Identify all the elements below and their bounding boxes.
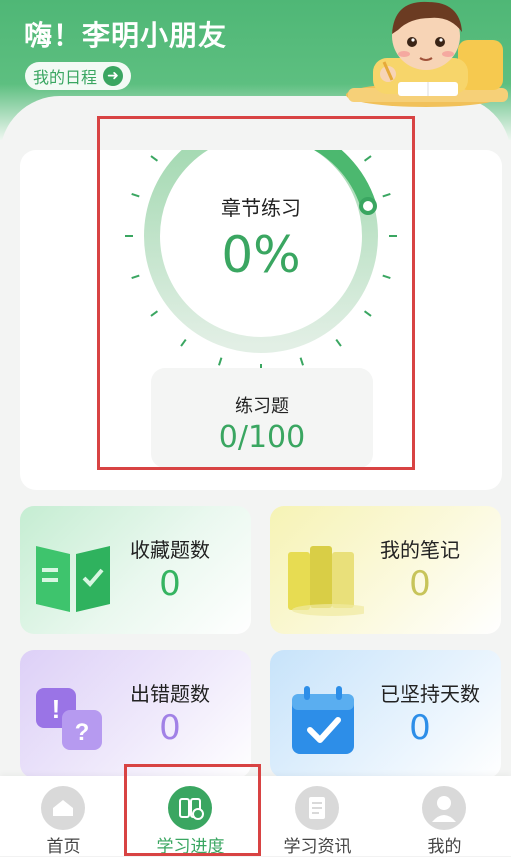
news-icon [295, 786, 339, 830]
stat-value: 0 [159, 708, 181, 748]
stat-value: 0 [409, 564, 431, 604]
tab-home[interactable]: 首页 [0, 776, 127, 857]
tab-study-news[interactable]: 学习资讯 [254, 776, 381, 857]
notes-card[interactable]: 我的笔记 0 [270, 506, 501, 634]
svg-text:!: ! [52, 694, 61, 724]
open-book-check-icon [36, 546, 110, 612]
stat-label: 我的笔记 [380, 538, 460, 562]
progress-highlight-frame [97, 116, 415, 470]
stat-label: 出错题数 [130, 682, 210, 706]
stat-label: 已坚持天数 [380, 682, 480, 706]
home-icon [41, 786, 85, 830]
tab-highlight-frame [124, 764, 261, 856]
arrow-right-icon: ➜ [103, 66, 124, 86]
my-schedule-button[interactable]: 我的日程 ➜ [25, 62, 132, 90]
favorites-card[interactable]: 收藏题数 0 [20, 506, 251, 634]
mistakes-card[interactable]: ! ? 出错题数 0 [20, 650, 251, 778]
schedule-label: 我的日程 [33, 68, 98, 87]
stat-value: 0 [159, 564, 181, 604]
tab-label: 首页 [46, 837, 81, 857]
stat-label: 收藏题数 [130, 538, 210, 562]
stat-value: 0 [409, 708, 431, 748]
notebooks-icon [288, 546, 364, 616]
question-bubble-icon: ! ? [36, 688, 102, 750]
profile-icon [422, 786, 466, 830]
tab-label: 我的 [427, 837, 462, 857]
greeting-text: 嗨！李明小朋友 [24, 19, 228, 52]
streak-days-card[interactable]: 已坚持天数 0 [270, 650, 501, 778]
tab-label: 学习资讯 [283, 837, 352, 857]
tab-profile[interactable]: 我的 [381, 776, 508, 857]
calendar-check-icon [292, 686, 354, 754]
boy-studying-illustration [346, 1, 508, 107]
svg-text:?: ? [75, 719, 90, 746]
